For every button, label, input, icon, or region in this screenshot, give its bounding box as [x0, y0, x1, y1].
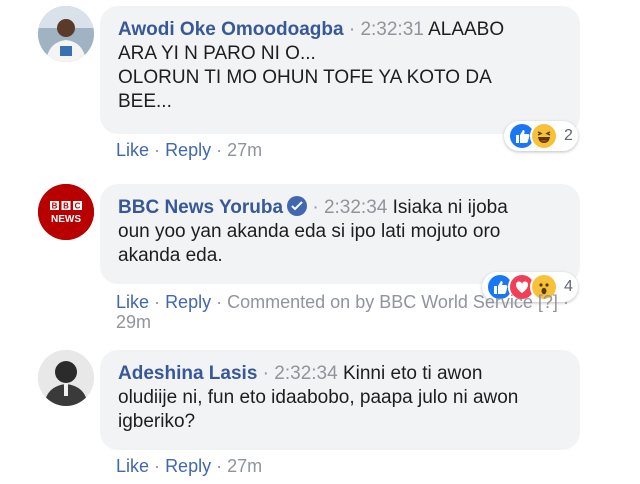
comment-text-line: Kinni eto ti awon	[342, 363, 483, 384]
comment-author[interactable]: BBC News Yoruba	[118, 197, 283, 218]
comment-text-line: OLORUN TI MO OHUN TOFE YA KOTO DA	[118, 67, 492, 88]
comment-timestamp: · 2:32:34	[262, 363, 338, 384]
comment-actions: Like · Reply · 27m	[116, 140, 263, 160]
like-link[interactable]: Like	[116, 292, 149, 312]
reply-link[interactable]: Reply	[165, 140, 211, 160]
comment-text-line: ARA YI N PARO NI O...	[118, 43, 316, 64]
comment-age[interactable]: 29m	[116, 312, 151, 332]
haha-icon	[530, 122, 558, 150]
comment-text-line: igberiko?	[118, 411, 196, 432]
like-link[interactable]: Like	[116, 456, 149, 476]
comment-timestamp: · 2:32:31	[348, 19, 424, 40]
comment-bubble: Awodi Oke Omoodoagba · 2:32:31 ALAABO AR…	[100, 6, 580, 134]
comment-text-line: oun yoo yan akanda eda si ipo lati mojut…	[118, 221, 501, 242]
avatar[interactable]: B B C NEWS	[38, 184, 94, 240]
comment-bubble: BBC News Yoruba · 2:32:34 Isiaka ni ijob…	[100, 184, 580, 284]
avatar[interactable]	[38, 6, 94, 62]
comment-text-line: Isiaka ni ijoba	[392, 197, 508, 218]
reply-link[interactable]: Reply	[165, 292, 211, 312]
svg-text:B: B	[52, 202, 58, 211]
comment-timestamp: · 2:32:34	[312, 197, 388, 218]
reaction-count: 2	[564, 127, 573, 144]
comment-bubble: Adeshina Lasis · 2:32:34 Kinni eto ti aw…	[100, 350, 580, 450]
verified-badge-icon	[287, 196, 308, 216]
comment-age[interactable]: 27m	[227, 140, 262, 160]
comment-actions: Like · Reply · Commented on by BBC World…	[116, 292, 569, 332]
avatar-text: NEWS	[51, 214, 81, 225]
reply-link[interactable]: Reply	[165, 456, 211, 476]
comment-author[interactable]: Adeshina Lasis	[118, 363, 257, 384]
comment-text-line: akanda eda.	[118, 245, 223, 266]
comment-age[interactable]: 27m	[227, 456, 262, 476]
comment-text-line: oludiije ni, fun eto idaabobo, paapa jul…	[118, 387, 519, 408]
svg-text:B: B	[63, 202, 69, 211]
avatar[interactable]	[38, 350, 94, 406]
like-link[interactable]: Like	[116, 140, 149, 160]
comment-text-line: BEE...	[118, 91, 172, 112]
comment-actions: Like · Reply · 27m	[116, 456, 263, 476]
svg-text:C: C	[75, 202, 81, 211]
commented-on-link[interactable]: Commented on by BBC World Service [?]	[227, 292, 558, 312]
comment-text-line: ALAABO	[428, 19, 505, 40]
reactions-summary[interactable]: 2	[504, 121, 578, 151]
comment-author[interactable]: Awodi Oke Omoodoagba	[118, 19, 344, 40]
